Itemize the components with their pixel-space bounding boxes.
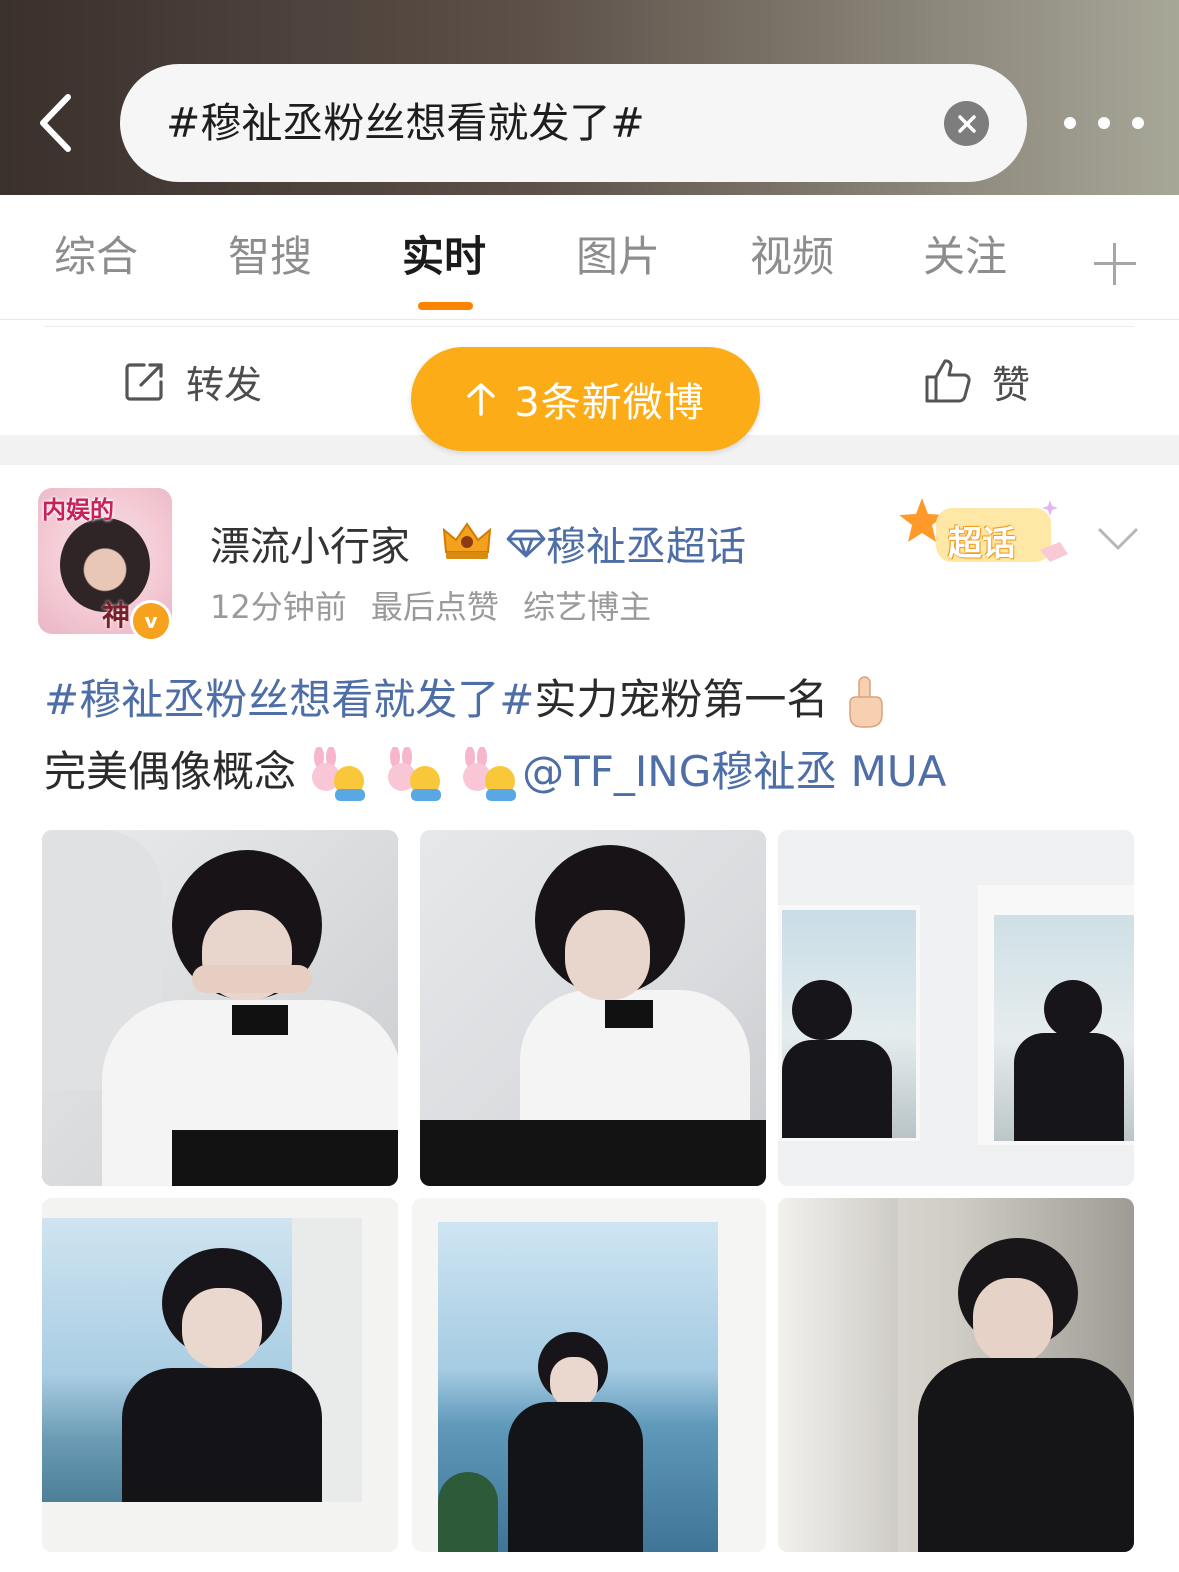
clear-search-button[interactable] bbox=[944, 101, 989, 146]
back-button[interactable] bbox=[30, 88, 80, 158]
pointing-up-emoji-icon bbox=[849, 675, 883, 728]
chevron-down-icon[interactable] bbox=[1096, 522, 1140, 554]
face-shape bbox=[550, 1357, 598, 1407]
more-dot-icon bbox=[1132, 117, 1144, 129]
divider bbox=[44, 326, 1134, 327]
more-options-button[interactable] bbox=[1064, 105, 1144, 141]
new-posts-label: 3条新微博 bbox=[514, 380, 705, 426]
polaroid-photo bbox=[994, 915, 1134, 1141]
topic-hashtag-link[interactable]: #穆祉丞粉丝想看就发了# bbox=[44, 675, 534, 724]
post-username[interactable]: 漂流小行家 bbox=[210, 514, 410, 572]
active-tab-indicator bbox=[418, 302, 473, 310]
divider bbox=[0, 319, 1179, 320]
curtain-shape bbox=[778, 1198, 898, 1552]
share-icon bbox=[125, 363, 163, 401]
add-tab-icon[interactable] bbox=[1094, 243, 1136, 285]
crown-level-icon bbox=[442, 522, 492, 559]
supertopic-name: 穆祉丞超话 bbox=[546, 524, 746, 570]
trousers-shape bbox=[420, 1120, 766, 1186]
new-posts-button[interactable]: 3条新微博 bbox=[411, 347, 760, 451]
bunny-hug-emoji-icon bbox=[387, 746, 441, 801]
palm-tree-shape bbox=[438, 1472, 498, 1552]
post-text: 完美偶像概念 bbox=[44, 747, 297, 796]
tab-videos[interactable]: 视频 bbox=[750, 195, 834, 319]
user-mention-link[interactable]: @TF_ING穆祉丞 bbox=[522, 747, 837, 796]
suit-shape bbox=[122, 1368, 322, 1502]
bunny-hug-emoji-icon bbox=[463, 746, 517, 801]
post-time: 12分钟前 bbox=[210, 588, 347, 626]
tab-following[interactable]: 关注 bbox=[923, 195, 1007, 319]
face-shape bbox=[182, 1288, 262, 1368]
close-icon bbox=[957, 114, 976, 133]
post-image-2[interactable] bbox=[420, 830, 766, 1186]
chevron-left-icon bbox=[40, 94, 71, 152]
supertopic-link[interactable]: 穆祉丞超话 bbox=[506, 514, 746, 572]
verified-badge-icon: v bbox=[130, 600, 172, 642]
top-bar: #穆祉丞粉丝想看就发了# bbox=[0, 0, 1179, 195]
trousers-shape bbox=[172, 1130, 398, 1186]
arrow-up-icon bbox=[467, 383, 496, 416]
tab-comprehensive[interactable]: 综合 bbox=[54, 195, 138, 319]
bunny-hug-emoji-icon bbox=[312, 746, 366, 801]
thumbs-up-icon bbox=[925, 359, 971, 403]
arm-shape bbox=[192, 965, 312, 993]
last-like-label: 最后点赞 bbox=[370, 588, 499, 626]
search-query-text[interactable]: #穆祉丞粉丝想看就发了# bbox=[166, 64, 645, 182]
avatar-sticker-text: 神 bbox=[102, 599, 131, 632]
post-text: 实力宠粉第一名 bbox=[534, 675, 829, 724]
post-text-tail: MUA bbox=[850, 747, 947, 796]
search-field[interactable]: #穆祉丞粉丝想看就发了# bbox=[120, 64, 1027, 182]
post-meta: 12分钟前 最后点赞 综艺博主 bbox=[210, 582, 665, 628]
post-image-3[interactable] bbox=[778, 830, 1134, 1186]
avatar-sticker-text: 内娱的 bbox=[42, 496, 114, 524]
search-tabs: 综合 智搜 实时 图片 视频 关注 bbox=[0, 195, 1179, 319]
polaroid-photo bbox=[782, 910, 916, 1138]
face-shape bbox=[565, 910, 650, 1000]
polaroid-photo bbox=[438, 1222, 718, 1552]
post-line-1: #穆祉丞粉丝想看就发了#实力宠粉第一名 bbox=[44, 664, 1144, 736]
tab-realtime[interactable]: 实时 bbox=[402, 195, 486, 319]
post-body: #穆祉丞粉丝想看就发了#实力宠粉第一名 完美偶像概念 @TF_ING穆祉丞 MU… bbox=[44, 664, 1144, 808]
like-button[interactable]: 赞 bbox=[924, 327, 1030, 435]
suit-shape bbox=[782, 1040, 892, 1138]
repost-button[interactable]: 转发 bbox=[124, 327, 262, 435]
hair-shape bbox=[792, 980, 852, 1040]
supertopic-badge[interactable]: 超话 bbox=[899, 492, 1075, 572]
post-image-1[interactable] bbox=[42, 830, 398, 1186]
post-line-2: 完美偶像概念 @TF_ING穆祉丞 MUA bbox=[44, 736, 1144, 808]
post-image-5[interactable] bbox=[412, 1198, 766, 1552]
supertopic-badge-label: 超话 bbox=[948, 524, 1016, 564]
post-image-6[interactable] bbox=[778, 1198, 1134, 1552]
suit-shape bbox=[1014, 1033, 1124, 1141]
bowtie-shape bbox=[232, 1005, 288, 1035]
face-shape bbox=[973, 1278, 1053, 1363]
diamond-icon bbox=[506, 529, 546, 558]
hair-shape bbox=[1044, 980, 1102, 1038]
more-dot-icon bbox=[1098, 117, 1110, 129]
suit-shape bbox=[508, 1402, 643, 1552]
tab-smart-search[interactable]: 智搜 bbox=[228, 195, 312, 319]
author-role: 综艺博主 bbox=[523, 588, 652, 626]
tab-images[interactable]: 图片 bbox=[576, 195, 660, 319]
repost-label: 转发 bbox=[186, 362, 263, 407]
more-dot-icon bbox=[1064, 117, 1076, 129]
bowtie-shape bbox=[605, 1000, 653, 1028]
suit-shape bbox=[918, 1358, 1134, 1552]
like-label: 赞 bbox=[992, 362, 1031, 407]
polaroid-photo bbox=[42, 1218, 362, 1502]
post-image-4[interactable] bbox=[42, 1198, 398, 1552]
